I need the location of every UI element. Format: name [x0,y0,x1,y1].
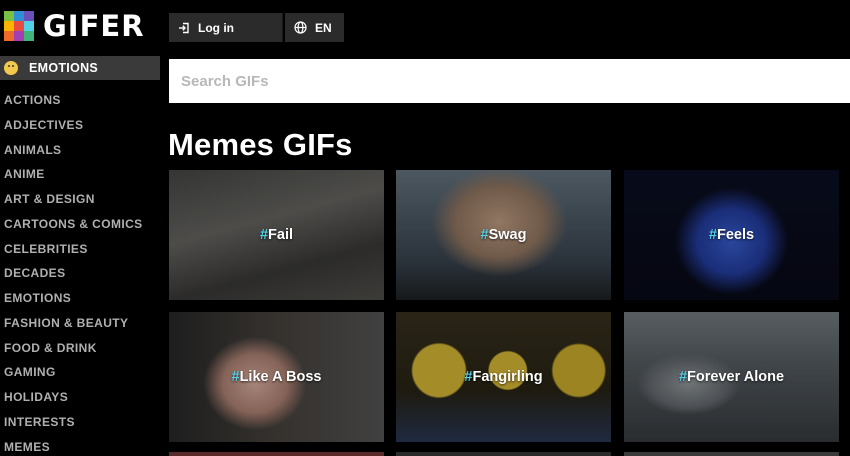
sidebar-item-animals[interactable]: ANIMALS [0,138,160,163]
gifer-logo[interactable]: GIFER [4,11,145,41]
tile-tag: # Like A Boss [231,369,322,385]
search-input[interactable] [169,59,850,103]
category-list: ACTIONS ADJECTIVES ANIMALS ANIME ART & D… [0,88,160,456]
gif-tile-like-a-boss[interactable]: # Like A Boss [169,312,384,442]
tile-tag: # Forever Alone [678,369,785,385]
page-title: Memes GIFs [168,127,353,162]
brand-name: GIFER [43,9,145,43]
sidebar-item-memes[interactable]: MEMES [0,435,160,456]
sidebar-item-celebrities[interactable]: CELEBRITIES [0,237,160,262]
tile-tag: # Feels [708,227,755,243]
gif-tile-fangirling[interactable]: # Fangirling [396,312,611,442]
login-label: Log in [198,20,234,35]
sidebar-item-cartoons-comics[interactable]: CARTOONS & COMICS [0,212,160,237]
gif-tile-feels[interactable]: # Feels [624,170,839,300]
login-icon [179,22,189,33]
sidebar-active-label: EMOTIONS [29,61,99,75]
language-label: EN [315,20,332,35]
sidebar-item-fashion-beauty[interactable]: FASHION & BEAUTY [0,311,160,336]
top-bar: Log in EN [169,13,344,42]
sidebar-item-gaming[interactable]: GAMING [0,360,160,385]
sidebar-active-category[interactable]: EMOTIONS [0,56,160,80]
gif-tile-partial[interactable] [396,452,611,456]
sidebar-item-decades[interactable]: DECADES [0,261,160,286]
sidebar-item-holidays[interactable]: HOLIDAYS [0,385,160,410]
sidebar-item-adjectives[interactable]: ADJECTIVES [0,113,160,138]
tile-tag: # Swag [480,227,527,243]
category-sidebar: EMOTIONS ACTIONS ADJECTIVES ANIMALS ANIM… [0,56,160,456]
sidebar-item-food-drink[interactable]: FOOD & DRINK [0,336,160,361]
gif-tile-partial[interactable] [169,452,384,456]
gif-tile-forever-alone[interactable]: # Forever Alone [624,312,839,442]
sidebar-item-anime[interactable]: ANIME [0,162,160,187]
sidebar-item-interests[interactable]: INTERESTS [0,410,160,435]
login-button[interactable]: Log in [169,13,283,42]
gif-tile-partial[interactable] [624,452,839,456]
gif-tile-fail[interactable]: # Fail [169,170,384,300]
tile-tag: # Fangirling [464,369,543,385]
gif-tile-swag[interactable]: # Swag [396,170,611,300]
tile-tag: # Fail [259,227,294,243]
sidebar-item-art-design[interactable]: ART & DESIGN [0,187,160,212]
sidebar-item-actions[interactable]: ACTIONS [0,88,160,113]
globe-icon [294,21,307,34]
logo-mark-icon [4,11,34,41]
smiley-icon [4,61,18,75]
sidebar-item-emotions[interactable]: EMOTIONS [0,286,160,311]
language-button[interactable]: EN [285,13,344,42]
